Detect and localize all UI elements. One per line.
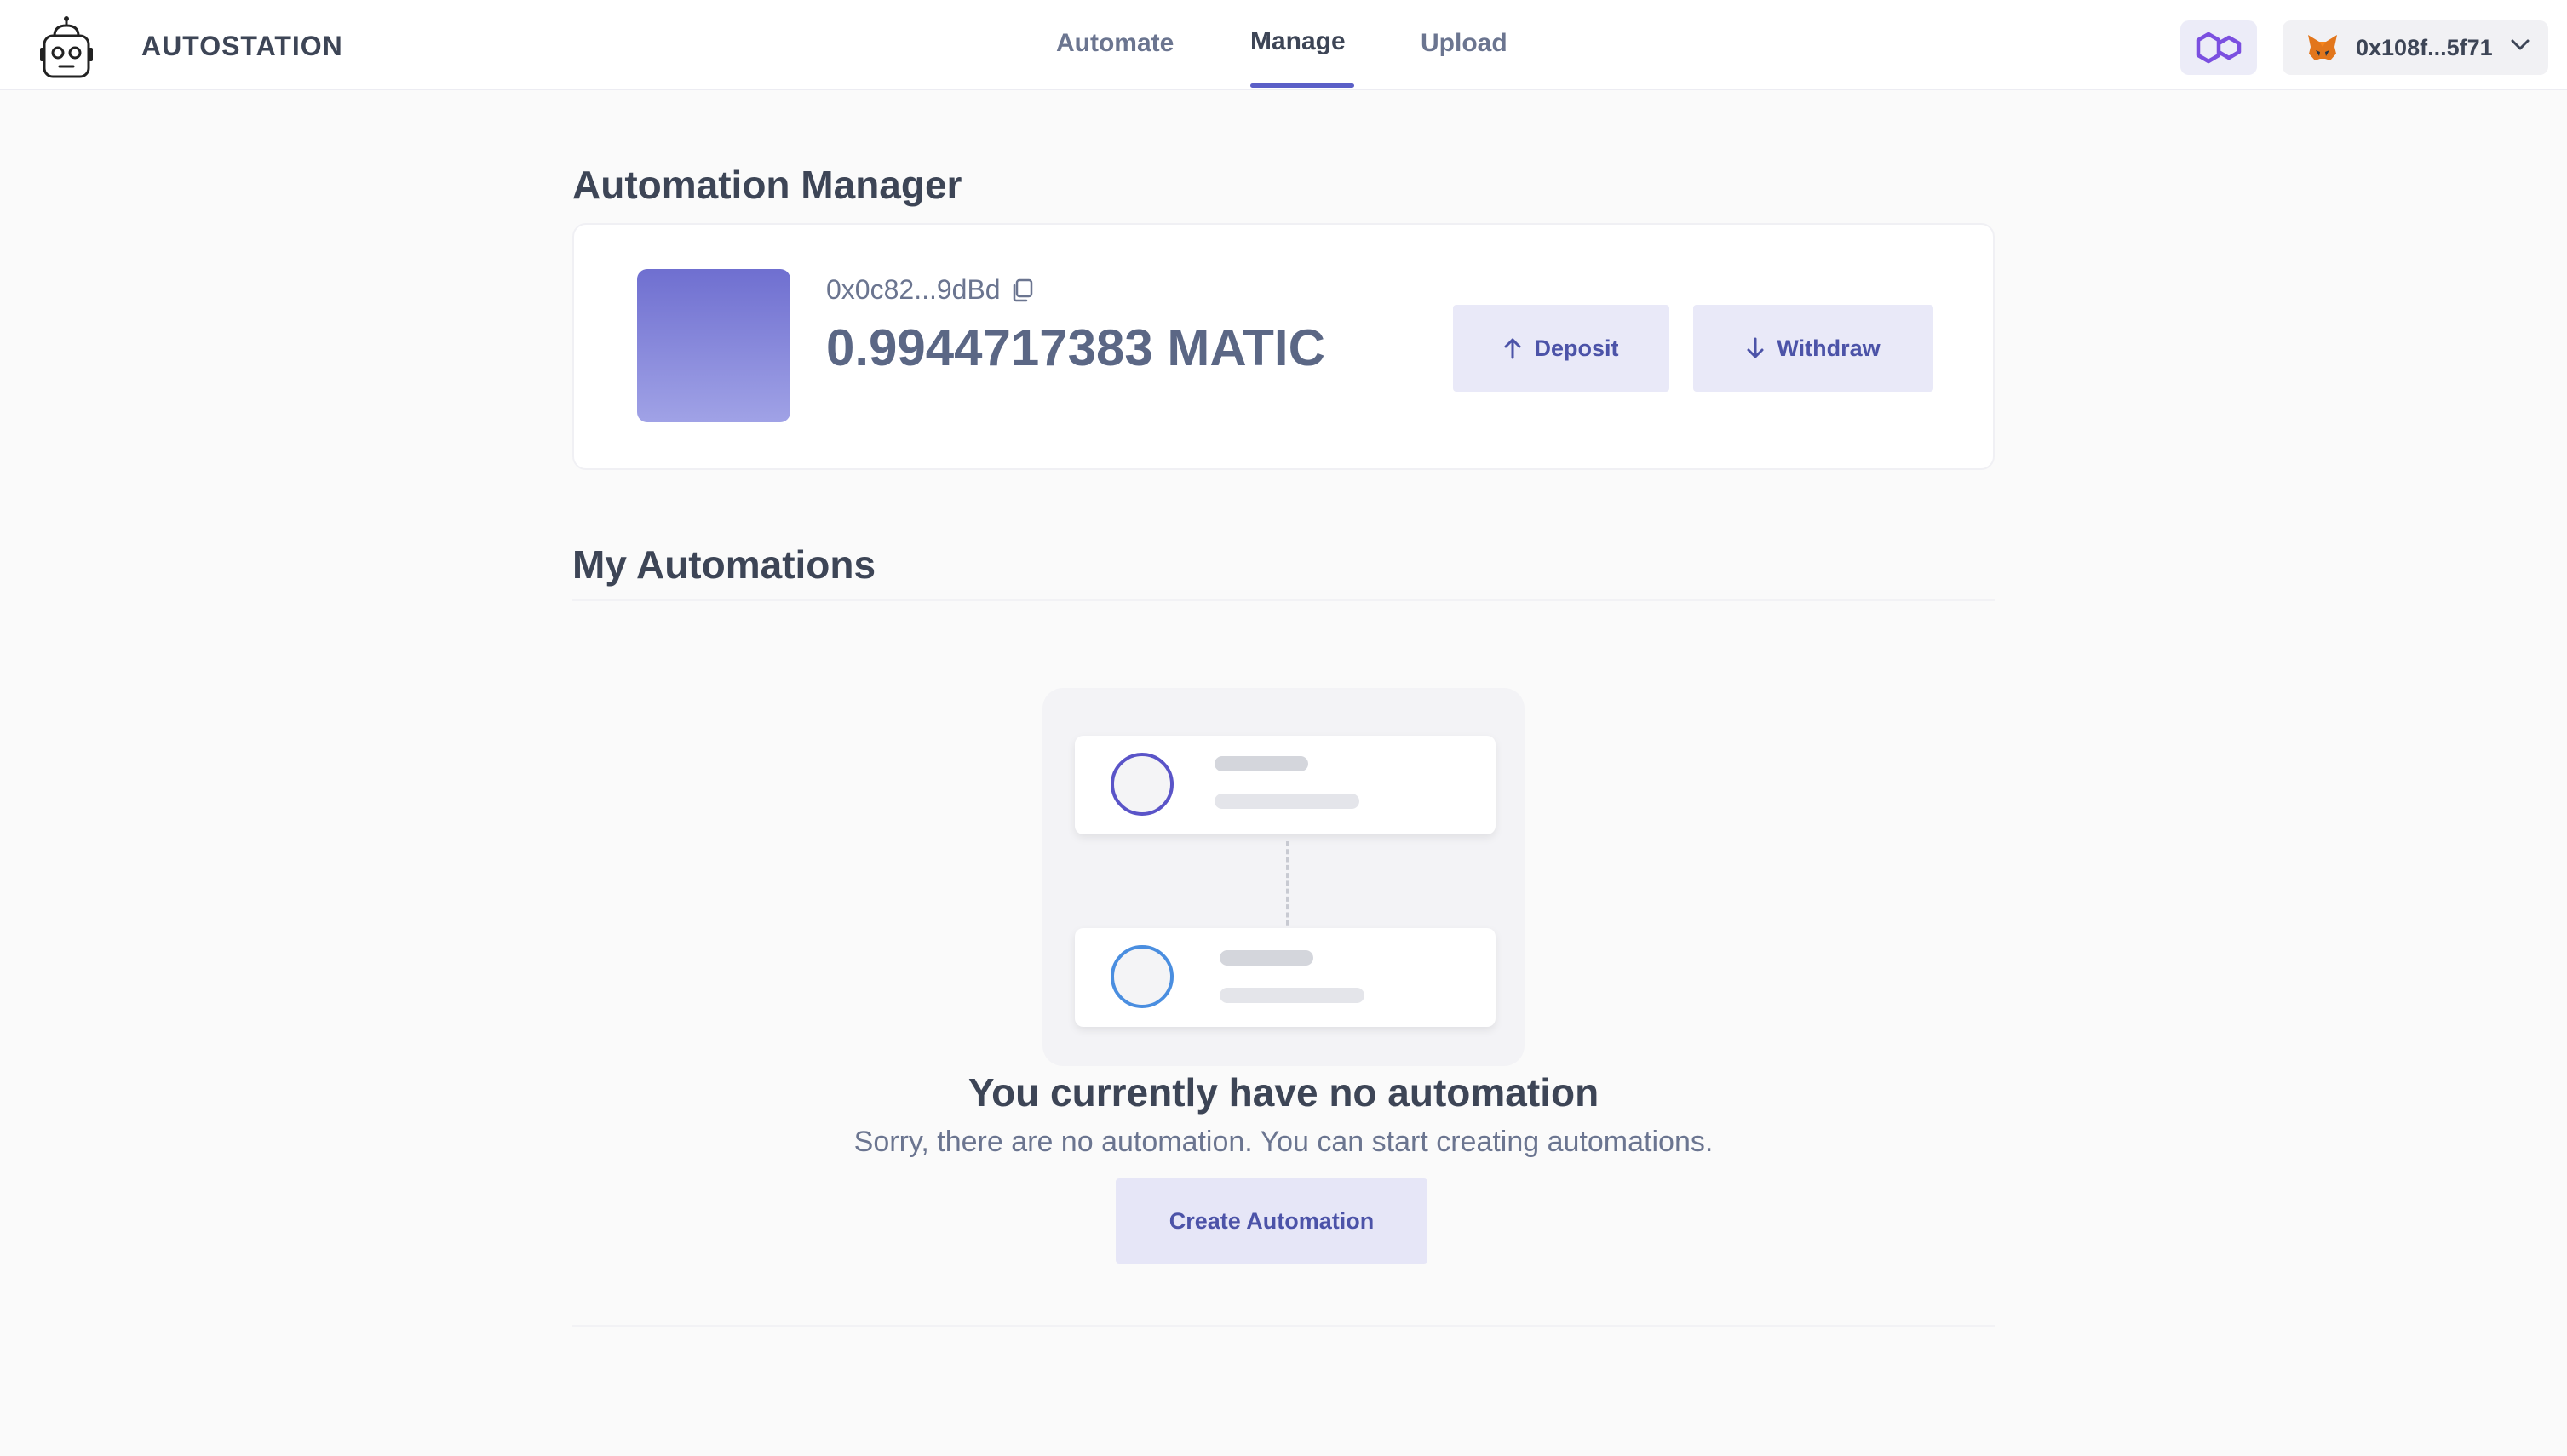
account-balance: 0.9944717383 MATIC xyxy=(826,319,1325,376)
polygon-icon xyxy=(2196,32,2242,64)
automation-manager-title: Automation Manager xyxy=(572,163,962,207)
create-automation-button[interactable]: Create Automation xyxy=(1116,1178,1427,1264)
placeholder-card xyxy=(1075,736,1496,834)
placeholder-line xyxy=(1220,988,1364,1003)
placeholder-circle xyxy=(1111,945,1174,1008)
placeholder-line xyxy=(1220,950,1313,966)
withdraw-label: Withdraw xyxy=(1777,335,1881,361)
dashed-connector xyxy=(1286,841,1289,933)
empty-state-title: You currently have no automation xyxy=(968,1070,1599,1115)
deposit-label: Deposit xyxy=(1534,335,1619,361)
account-address: 0x0c82...9dBd xyxy=(826,274,1001,305)
placeholder-line xyxy=(1215,794,1359,809)
section-divider xyxy=(572,599,1995,601)
copy-icon[interactable] xyxy=(1009,278,1035,303)
tab-automate[interactable]: Automate xyxy=(1056,29,1174,58)
account-card: 0x0c82...9dBd 0.9944717383 MATIC Deposit… xyxy=(572,223,1995,470)
my-automations-title: My Automations xyxy=(572,542,876,587)
section-bottom-divider xyxy=(572,1325,1995,1327)
wallet-address: 0x108f...5f71 xyxy=(2356,34,2493,60)
metamask-fox-icon xyxy=(2308,35,2337,60)
wallet-account-button[interactable]: 0x108f...5f71 xyxy=(2283,20,2548,75)
robot-logo-icon[interactable] xyxy=(39,15,94,82)
withdraw-button[interactable]: Withdraw xyxy=(1693,305,1933,392)
arrow-up-icon xyxy=(1504,338,1521,359)
top-navbar: AUTOSTATION Automate Manage Upload 0x108… xyxy=(0,0,2567,90)
tab-upload[interactable]: Upload xyxy=(1421,29,1507,58)
tab-manage[interactable]: Manage xyxy=(1250,27,1346,56)
placeholder-circle xyxy=(1111,753,1174,816)
empty-state-subtitle: Sorry, there are no automation. You can … xyxy=(853,1126,1714,1158)
brand-name: AUTOSTATION xyxy=(141,31,343,61)
network-selector-button[interactable] xyxy=(2180,20,2257,75)
deposit-button[interactable]: Deposit xyxy=(1453,305,1669,392)
chevron-down-icon xyxy=(2511,39,2530,50)
placeholder-line xyxy=(1215,756,1308,771)
empty-state-illustration xyxy=(1042,688,1525,1066)
active-tab-indicator xyxy=(1250,83,1354,88)
placeholder-card xyxy=(1075,928,1496,1027)
account-address-row: 0x0c82...9dBd xyxy=(826,274,1035,306)
arrow-down-icon xyxy=(1747,337,1764,358)
account-avatar xyxy=(637,269,790,422)
